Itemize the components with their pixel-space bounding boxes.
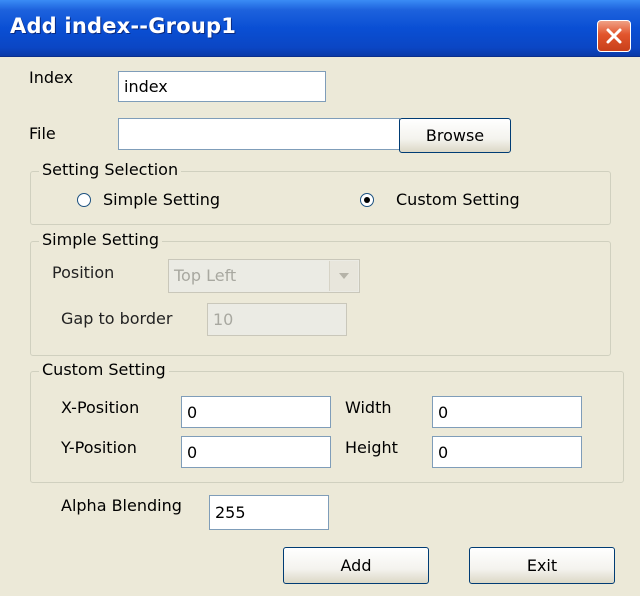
browse-button[interactable]: Browse xyxy=(399,118,511,153)
position-select-value: Top Left xyxy=(174,266,237,285)
position-select[interactable]: Top Left xyxy=(168,259,360,293)
radio-selected-dot xyxy=(364,197,370,203)
simple-setting-title: Simple Setting xyxy=(39,230,163,249)
x-position-label: X-Position xyxy=(61,398,140,417)
dialog-window: Add index--Group1 Index File Browse Sett… xyxy=(0,0,640,596)
file-label: File xyxy=(29,124,56,143)
height-label: Height xyxy=(345,438,398,457)
close-x-icon xyxy=(606,28,622,44)
close-button[interactable] xyxy=(597,20,631,52)
add-button[interactable]: Add xyxy=(283,547,429,584)
height-input[interactable] xyxy=(432,436,582,468)
x-position-input[interactable] xyxy=(181,396,331,428)
gap-to-border-input[interactable] xyxy=(207,303,347,336)
alpha-blending-input[interactable] xyxy=(209,495,329,530)
y-position-label: Y-Position xyxy=(61,438,137,457)
alpha-blending-label: Alpha Blending xyxy=(61,496,182,515)
y-position-input[interactable] xyxy=(181,436,331,468)
simple-setting-radio[interactable] xyxy=(77,193,91,207)
index-label: Index xyxy=(29,68,74,87)
width-input[interactable] xyxy=(432,396,582,428)
title-bar[interactable]: Add index--Group1 xyxy=(0,0,640,57)
gap-to-border-label: Gap to border xyxy=(61,309,173,328)
file-path-input[interactable] xyxy=(118,118,400,150)
window-title: Add index--Group1 xyxy=(10,14,237,38)
index-input[interactable] xyxy=(118,71,326,102)
width-label: Width xyxy=(345,398,392,417)
simple-setting-radio-label[interactable]: Simple Setting xyxy=(103,190,220,209)
position-label: Position xyxy=(52,263,115,282)
custom-setting-radio-label[interactable]: Custom Setting xyxy=(396,190,520,209)
setting-selection-title: Setting Selection xyxy=(39,160,182,179)
chevron-down-icon[interactable] xyxy=(329,261,358,291)
custom-setting-radio[interactable] xyxy=(360,193,374,207)
custom-setting-title: Custom Setting xyxy=(39,360,169,379)
exit-button[interactable]: Exit xyxy=(469,547,615,584)
dialog-client-area: Index File Browse Setting Selection Simp… xyxy=(0,57,640,596)
